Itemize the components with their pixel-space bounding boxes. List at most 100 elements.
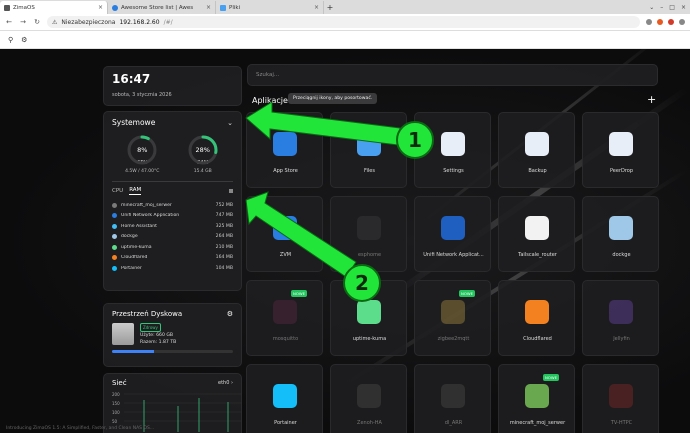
app-tile[interactable]: TV-HTPC [582, 364, 659, 433]
menu-icon[interactable] [679, 19, 685, 25]
app-tile[interactable]: Backup [498, 112, 575, 188]
tab-pliki[interactable]: Pliki × [216, 1, 324, 14]
process-row: uptime-kuma 210 MB [112, 242, 233, 253]
extension-icon[interactable] [668, 19, 674, 25]
clock-widget: 16:47 sobota, 3 stycznia 2026 [103, 66, 242, 106]
chevron-down-icon[interactable]: ⌄ [227, 119, 233, 127]
divider [112, 181, 233, 182]
app-name: esphome [357, 252, 382, 258]
app-icon [440, 300, 465, 324]
person-icon[interactable]: ⚲ [8, 36, 13, 44]
close-icon[interactable]: × [98, 4, 103, 11]
share-icon[interactable] [646, 19, 652, 25]
bookmarks-bar: ⚲ ⚙ [0, 31, 690, 49]
system-title: Systemowe [112, 118, 156, 127]
chevron-right-icon[interactable]: › [231, 380, 233, 386]
hard-drive-icon [112, 323, 134, 345]
app-icon [524, 132, 549, 156]
process-name: minecraft_moj_serwer [121, 202, 172, 208]
tab-ram[interactable]: RAM [129, 187, 142, 195]
process-name: Portainer [121, 265, 142, 271]
process-icon [112, 213, 117, 219]
app-icon [524, 216, 549, 240]
app-icon [272, 216, 297, 240]
network-widget: Sieć eth0 › 200 150 100 50 [103, 373, 242, 433]
close-icon[interactable]: × [206, 4, 211, 11]
app-tile[interactable]: App Store [246, 112, 323, 188]
app-name: PeerDrop [609, 168, 634, 174]
app-name: Files [364, 168, 375, 174]
app-name: Backup [528, 168, 547, 174]
system-widget: Systemowe ⌄ 8% CPU 4.5W / 47.00°C 28% RA… [103, 111, 242, 291]
footer-news[interactable]: Introducing ZimaOS 1.5: A Simplified, Fa… [6, 426, 154, 431]
app-tile[interactable]: esphome [330, 196, 407, 272]
app-tile[interactable]: PeerDrop [582, 112, 659, 188]
tab-cpu[interactable]: CPU [112, 188, 123, 194]
new-badge: NOWE [291, 290, 307, 297]
tab-awesome-store[interactable]: Awesome Store list | Awes × [108, 1, 216, 14]
process-mem: 747 MB [215, 213, 233, 219]
grid-icon[interactable] [229, 189, 233, 193]
app-tile[interactable]: Jellyfin [582, 280, 659, 356]
app-name: Unifi Network Applicat... [423, 252, 484, 258]
app-icon [272, 384, 297, 408]
process-name: uptime-kuma [121, 244, 152, 250]
app-tile[interactable]: Tailscale_router [498, 196, 575, 272]
app-tile[interactable]: Unifi Network Applicat... [414, 196, 491, 272]
disk-used: Użyte: 660 GB [140, 333, 174, 338]
app-tile[interactable]: Cloudflared [498, 280, 575, 356]
forward-icon[interactable]: → [19, 18, 27, 26]
process-mem: 164 MB [215, 255, 233, 261]
app-name: Settings [443, 168, 464, 174]
address-bar: ← → ↻ ⚠ Niezabezpieczona 192.168.2.60/#/ [0, 14, 690, 31]
apps-title: Aplikacje [252, 96, 288, 105]
app-tile[interactable]: mosquitto NOWE [246, 280, 323, 356]
app-tile[interactable]: zigbee2mqtt NOWE [414, 280, 491, 356]
app-tile[interactable]: ZVM [246, 196, 323, 272]
app-tile[interactable]: minecraft_moj_serwer NOWE [498, 364, 575, 433]
add-app-button[interactable]: + [647, 93, 656, 106]
search-input[interactable]: Szukaj... [247, 64, 658, 86]
tab-zimaos[interactable]: ZimaOS × [0, 1, 108, 14]
new-tab-button[interactable]: + [324, 1, 336, 14]
disk-usage-fill [112, 350, 155, 353]
back-icon[interactable]: ← [5, 18, 13, 26]
app-name: uptime-kuma [352, 336, 387, 342]
gear-icon[interactable]: ⚙ [227, 310, 233, 318]
close-icon[interactable]: × [314, 4, 319, 11]
zimaos-desktop: 16:47 sobota, 3 stycznia 2026 Systemowe … [0, 49, 690, 433]
app-tile[interactable]: Portainer [246, 364, 323, 433]
clock-date: sobota, 3 stycznia 2026 [112, 92, 172, 98]
reload-icon[interactable]: ↻ [33, 18, 41, 26]
app-tile[interactable]: uptime-kuma [330, 280, 407, 356]
process-icon [112, 202, 117, 208]
app-name: zigbee2mqtt [437, 336, 470, 342]
process-row: dockge 264 MB [112, 232, 233, 243]
process-list: minecraft_moj_serwer 752 MB Unifi Network … [112, 200, 233, 274]
network-interface[interactable]: eth0 [218, 380, 229, 386]
app-tile[interactable]: Settings [414, 112, 491, 188]
status-badge: Zdrowy [140, 323, 161, 332]
new-badge: NOWE [459, 290, 475, 297]
drag-tooltip: Przeciągnij ikony, aby posortować. [288, 93, 378, 104]
app-icon [440, 216, 465, 240]
app-tile[interactable]: Zenoh-HA [330, 364, 407, 433]
settings-icon[interactable]: ⚙ [21, 36, 27, 44]
browser-tab-bar: ZimaOS × Awesome Store list | Awes × Pli… [0, 0, 690, 14]
app-name: Portainer [274, 420, 297, 426]
url-field[interactable]: ⚠ Niezabezpieczona 192.168.2.60/#/ [47, 16, 640, 28]
app-tile[interactable]: Files [330, 112, 407, 188]
chevron-down-icon[interactable]: ⌄ [649, 4, 654, 11]
app-tile[interactable]: dl_ARR [414, 364, 491, 433]
brave-shield-icon[interactable] [657, 19, 663, 25]
app-icon [524, 300, 549, 324]
app-name: dockge [612, 252, 631, 258]
app-tile[interactable]: dockge [582, 196, 659, 272]
disk-usage-bar [112, 350, 233, 353]
app-icon [524, 384, 549, 408]
minimize-icon[interactable]: – [660, 4, 663, 11]
maximize-icon[interactable]: □ [669, 4, 675, 11]
close-window-icon[interactable]: × [681, 4, 686, 11]
process-mem: 104 MB [215, 265, 233, 271]
warning-icon: ⚠ [52, 18, 58, 26]
